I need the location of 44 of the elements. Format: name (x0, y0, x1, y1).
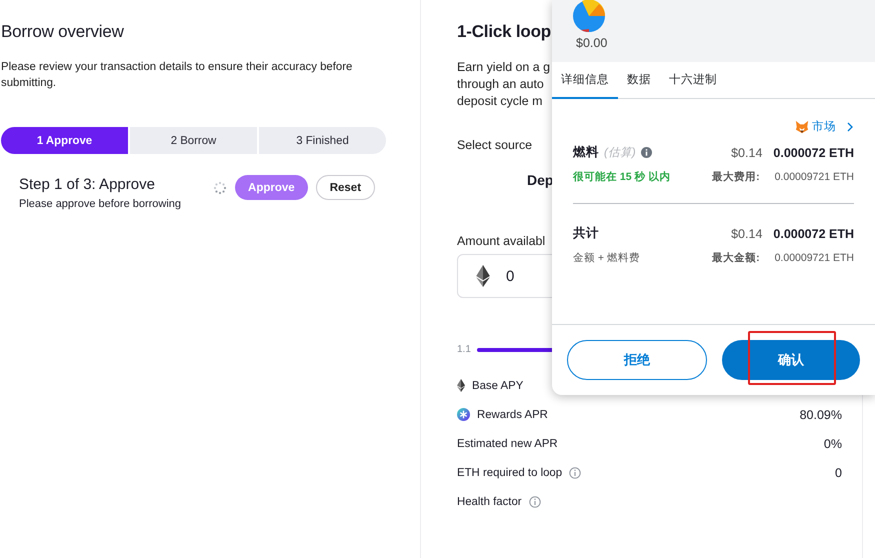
stat-label: Health factor (457, 496, 522, 508)
fiat-amount: $0.14 (731, 226, 762, 240)
stat-value: 80.09% (800, 408, 842, 422)
step-tab[interactable]: 1 Approve (1, 127, 128, 154)
estimate-note: (估算) (604, 146, 636, 160)
panel-title: 1-Click loop (457, 22, 551, 42)
field-label: Amount availabl (457, 234, 546, 248)
stat-value: 0% (824, 436, 842, 450)
description-text: through an auto (457, 76, 544, 93)
max-fee-label: 最大费用: (712, 170, 760, 184)
fiat-amount: $0.14 (731, 146, 762, 160)
tab[interactable]: 数据 (618, 62, 660, 99)
market-link[interactable]: 市场 (573, 119, 854, 134)
stat-label: Base APY (472, 380, 524, 392)
stat-label: Rewards APR (477, 408, 548, 420)
stat-label: ETH required to loop (457, 466, 562, 478)
field-label: Select source (457, 138, 532, 152)
source-option[interactable]: Dep (527, 172, 554, 188)
eth-amount: 0.000072 ETH (773, 226, 854, 240)
step-tab[interactable]: 3 Finished (257, 127, 386, 154)
stat-value: 0 (835, 466, 842, 480)
time-estimate: 很可能在 15 秒 以内 (573, 170, 670, 184)
confirm-button[interactable]: 确认 (722, 340, 860, 380)
step-title: Step 1 of 3: Approve (19, 176, 156, 193)
description-text: Earn yield on a g (457, 59, 550, 76)
max-amount-label: 最大金额: (712, 251, 760, 265)
panel-title: Borrow overview (1, 22, 125, 42)
description-text: Please review your transaction details to ensure their accuracy before submitting. (1, 60, 354, 91)
total-label: 共计 (573, 225, 599, 242)
total-note: 金额 + 燃料费 (573, 251, 640, 265)
slider-min-label: 1.1 (457, 344, 471, 355)
stat-label: Estimated new APR (457, 438, 558, 450)
gas-label: 燃料 (573, 144, 599, 161)
tab[interactable]: 详细信息 (552, 62, 618, 99)
reject-button[interactable]: 拒绝 (567, 340, 707, 380)
description-text: deposit cycle m (457, 93, 542, 110)
tab[interactable]: 十六进制 (660, 62, 726, 99)
step-hint: Please approve before borrowing (19, 198, 182, 210)
eth-amount: 0.000072 ETH (773, 146, 854, 160)
max-fee-value: 0.00009721 ETH (774, 171, 854, 183)
balance-text: $0.00 (576, 36, 608, 50)
max-amount-value: 0.00009721 ETH (774, 252, 854, 264)
step-tab[interactable]: 2 Borrow (128, 127, 257, 154)
reset-button[interactable]: Reset (316, 175, 376, 200)
